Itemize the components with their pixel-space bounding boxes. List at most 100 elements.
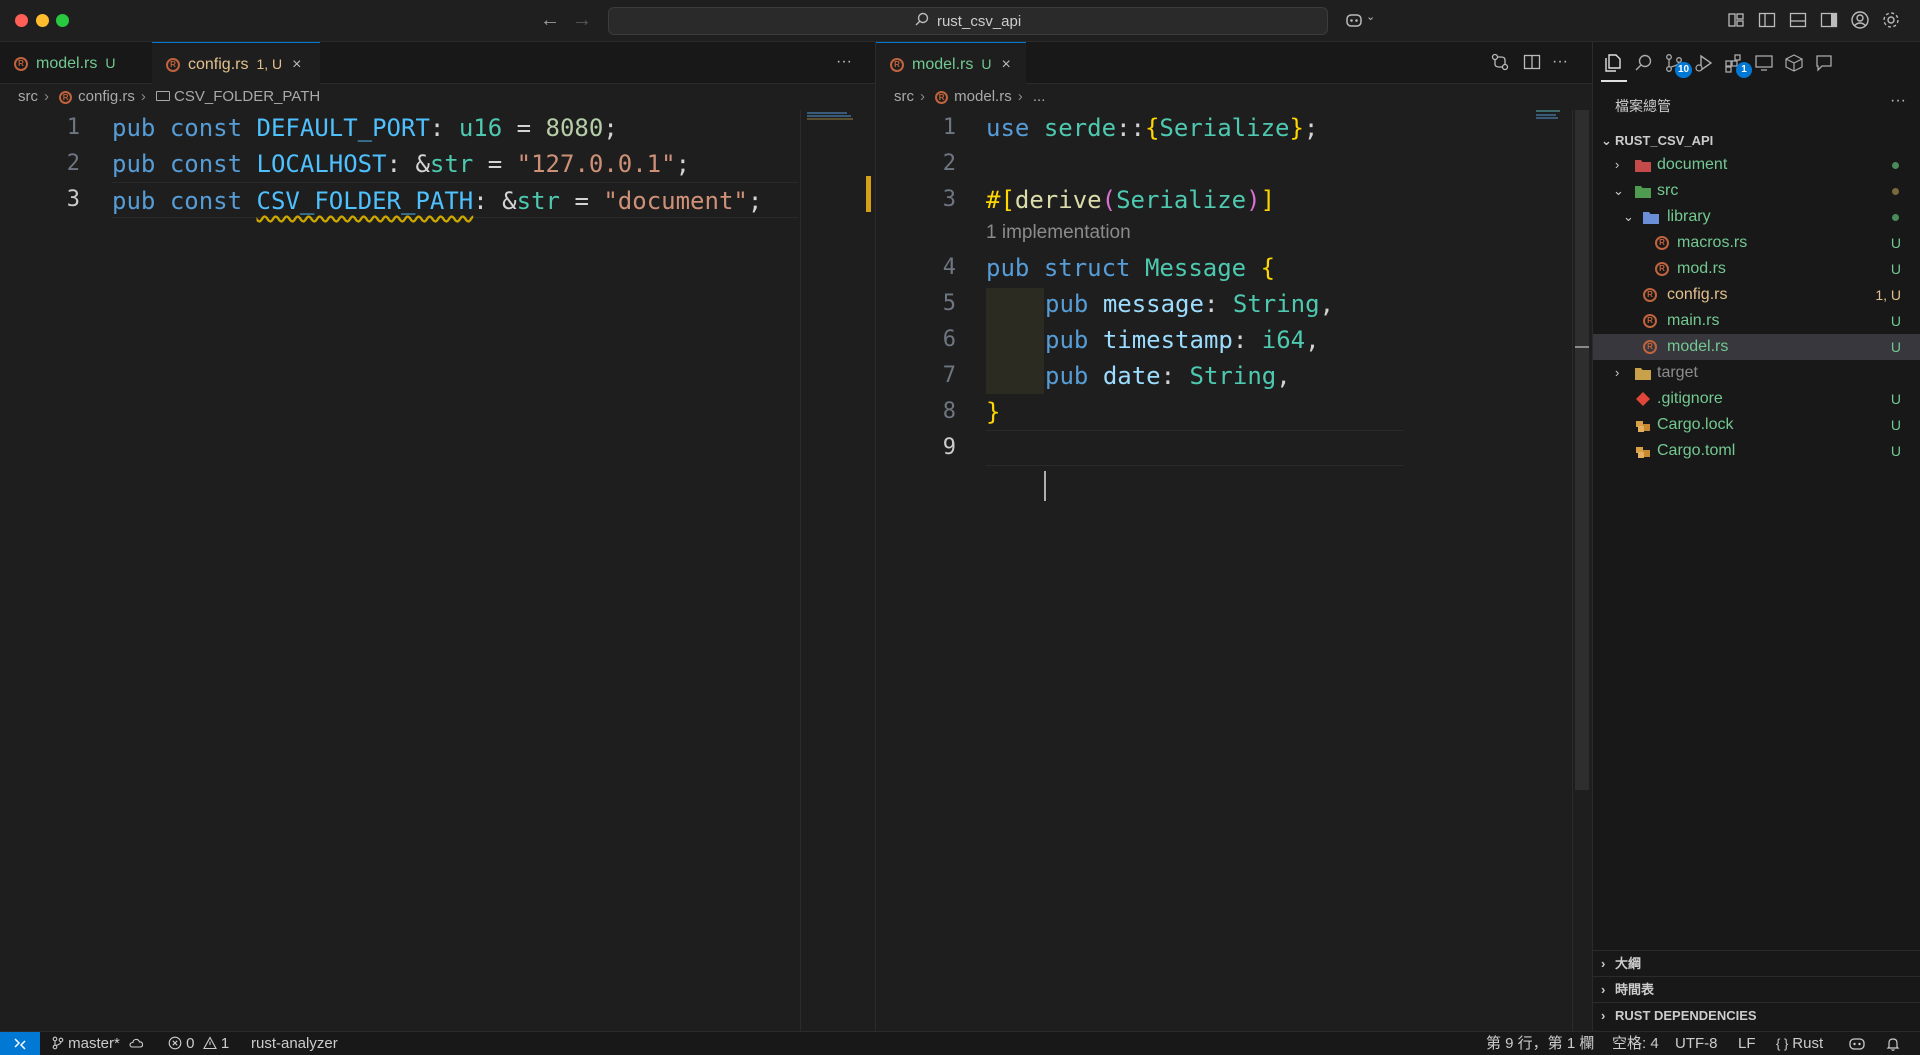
end-of-line[interactable]: LF: [1738, 1032, 1756, 1055]
more-actions-icon[interactable]: ···: [1552, 42, 1568, 82]
copilot-status-icon[interactable]: [1848, 1036, 1866, 1055]
workspace-root[interactable]: ⌄ RUST_CSV_API: [1593, 128, 1920, 154]
tree-folder-target[interactable]: › target: [1593, 360, 1920, 386]
breadcrumb-ellipsis[interactable]: ...: [1033, 88, 1046, 105]
tree-file-config-rs[interactable]: R config.rs 1, U: [1593, 282, 1920, 308]
cargo-package-icon: [1636, 421, 1650, 432]
encoding[interactable]: UTF-8: [1675, 1032, 1718, 1055]
rust-file-icon: R: [1643, 340, 1657, 354]
forward-arrow-icon[interactable]: →: [572, 9, 592, 32]
search-icon[interactable]: [1633, 52, 1655, 74]
breadcrumb-symbol[interactable]: CSV_FOLDER_PATH: [174, 88, 320, 105]
tree-file-cargo-toml[interactable]: Cargo.toml U: [1593, 438, 1920, 464]
folder-icon: [1635, 368, 1651, 380]
account-icon[interactable]: [1850, 10, 1870, 30]
extensions-badge: 1: [1736, 62, 1752, 78]
breadcrumb-file[interactable]: config.rs: [78, 88, 135, 105]
tree-file-gitignore[interactable]: .gitignore U: [1593, 386, 1920, 412]
search-icon: [915, 8, 929, 34]
open-changes-icon[interactable]: [1490, 52, 1510, 76]
customize-layout-icon[interactable]: [1726, 10, 1746, 30]
tree-file-macros-rs[interactable]: R macros.rs U: [1593, 230, 1920, 256]
breadcrumb-file[interactable]: model.rs: [954, 88, 1012, 105]
line-number: 2: [942, 151, 956, 176]
chevron-right-icon: ›: [1601, 1008, 1606, 1023]
status-dot: [1892, 188, 1899, 195]
tree-folder-src[interactable]: ⌄ src: [1593, 178, 1920, 204]
sync-cloud-icon[interactable]: [128, 1035, 144, 1052]
toggle-primary-sidebar-icon[interactable]: [1757, 10, 1777, 30]
minimize-window-button[interactable]: [36, 14, 49, 27]
section-timeline[interactable]: › 時間表: [1593, 976, 1920, 1002]
remote-explorer-icon[interactable]: [1753, 52, 1775, 74]
line-number: 4: [942, 255, 956, 280]
problems-indicator[interactable]: 0 1: [168, 1032, 229, 1055]
maximize-window-button[interactable]: [56, 14, 69, 27]
symbol-constant-icon: [156, 91, 171, 101]
line-number: 8: [942, 399, 956, 424]
line-number: 3: [66, 187, 80, 212]
toggle-panel-icon[interactable]: [1788, 10, 1808, 30]
containers-icon[interactable]: [1783, 52, 1805, 74]
rust-file-icon: R: [166, 57, 180, 72]
tree-file-mod-rs[interactable]: R mod.rs U: [1593, 256, 1920, 282]
code-line: pub timestamp: i64,: [1045, 326, 1320, 354]
tree-folder-document[interactable]: › document: [1593, 152, 1920, 178]
tree-file-cargo-lock[interactable]: Cargo.lock U: [1593, 412, 1920, 438]
rust-analyzer-status[interactable]: rust-analyzer: [251, 1032, 338, 1055]
branch-indicator[interactable]: master*: [52, 1032, 144, 1055]
language-mode[interactable]: { } Rust: [1776, 1032, 1823, 1055]
tab-model-rs[interactable]: Rmodel.rs U: [0, 42, 152, 84]
left-code-editor[interactable]: 1 2 3 pub const DEFAULT_PORT: u16 = 8080…: [0, 110, 800, 1031]
tree-file-model-rs[interactable]: R model.rs U: [1593, 334, 1920, 360]
codelens-implementations[interactable]: 1 implementation: [986, 216, 1131, 250]
close-window-button[interactable]: [15, 14, 28, 27]
left-scrollbar[interactable]: [854, 110, 874, 1031]
git-branch-icon: [52, 1035, 68, 1052]
cursor-position[interactable]: 第 9 行，第 1 欄: [1486, 1032, 1594, 1055]
right-scrollbar[interactable]: [1572, 110, 1590, 1031]
chevron-down-icon[interactable]: ⌄: [1366, 10, 1386, 30]
more-actions-icon[interactable]: ···: [836, 42, 852, 82]
right-minimap[interactable]: [1534, 110, 1570, 1031]
run-debug-icon[interactable]: [1693, 52, 1715, 74]
breadcrumb-folder[interactable]: src: [894, 88, 914, 105]
more-actions-icon[interactable]: ···: [1890, 92, 1906, 110]
code-line-current: [986, 430, 1404, 501]
split-editor-icon[interactable]: [1522, 52, 1542, 76]
chevron-right-icon: ›: [1017, 88, 1023, 105]
explorer-icon[interactable]: [1603, 52, 1625, 74]
folder-open-icon: [1643, 212, 1659, 224]
notifications-bell-icon[interactable]: [1885, 1036, 1901, 1055]
gear-icon[interactable]: [1881, 10, 1901, 30]
line-number: 6: [942, 327, 956, 352]
right-tab-bar: Rmodel.rs U × ···: [876, 42, 1592, 84]
status-bar: master* 0 1 rust-analyzer 第 9 行，第 1 欄 空格…: [0, 1031, 1920, 1055]
tab-config-rs[interactable]: Rconfig.rs 1, U ×: [152, 42, 320, 84]
chevron-down-icon: ⌄: [1601, 133, 1612, 148]
rust-file-icon: R: [935, 90, 949, 104]
right-code-editor[interactable]: 1 2 3 4 5 6 7 8 9 use serde::{Serialize}…: [876, 110, 1570, 1031]
indentation[interactable]: 空格: 4: [1612, 1032, 1659, 1055]
warning-scroll-marker: [866, 176, 871, 212]
breadcrumb-folder[interactable]: src: [18, 88, 38, 105]
toggle-secondary-sidebar-icon[interactable]: [1819, 10, 1839, 30]
scrollbar-thumb[interactable]: [1575, 110, 1589, 790]
section-outline[interactable]: › 大綱: [1593, 950, 1920, 976]
back-arrow-icon[interactable]: ←: [540, 9, 560, 32]
text-cursor: [1043, 471, 1046, 501]
chat-icon[interactable]: [1813, 52, 1835, 74]
command-center-search[interactable]: rust_csv_api: [608, 7, 1328, 35]
close-icon[interactable]: ×: [292, 56, 301, 73]
left-minimap[interactable]: [800, 110, 854, 1031]
close-icon[interactable]: ×: [1001, 56, 1010, 73]
warning-squiggle: CSV_FOLDER_PATH: [256, 187, 474, 215]
copilot-icon[interactable]: [1344, 10, 1364, 30]
section-rust-dependencies[interactable]: › RUST DEPENDENCIES: [1593, 1002, 1920, 1028]
tree-folder-library[interactable]: ⌄ library: [1593, 204, 1920, 230]
tree-file-main-rs[interactable]: R main.rs U: [1593, 308, 1920, 334]
line-number: 5: [942, 291, 956, 316]
remote-indicator-icon[interactable]: [0, 1032, 40, 1055]
tab-model-rs[interactable]: Rmodel.rs U ×: [876, 42, 1026, 84]
tab-status: U: [105, 55, 116, 71]
